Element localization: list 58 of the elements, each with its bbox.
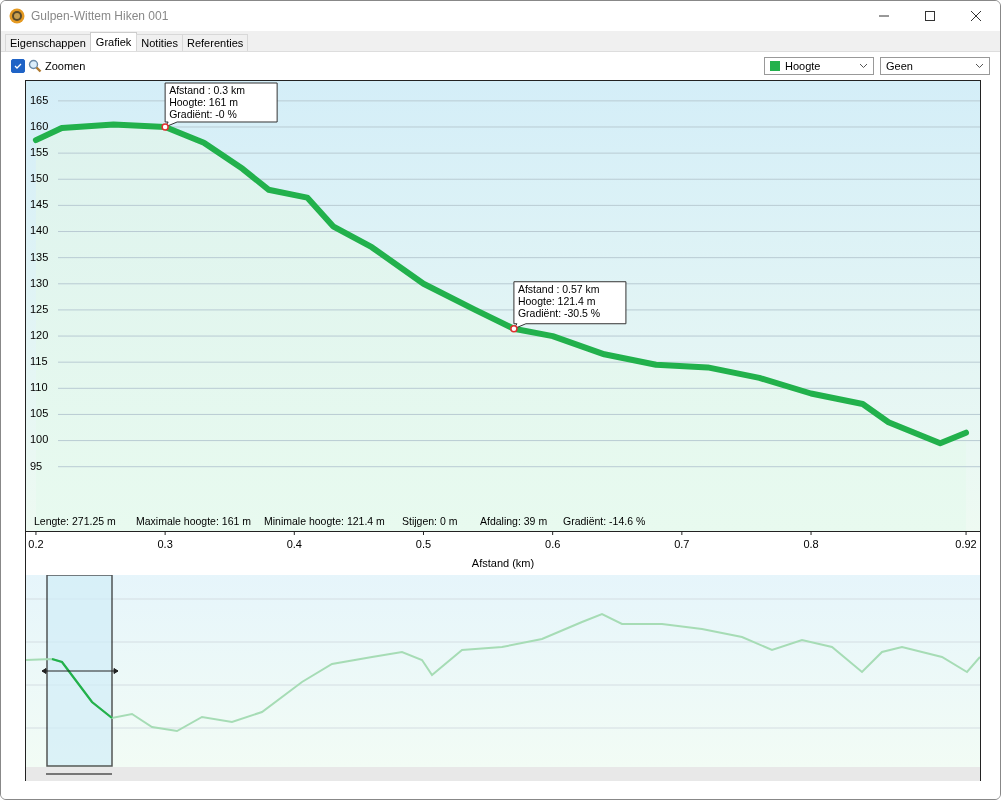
- stat-text: Lengte: 271.25 m: [34, 515, 116, 527]
- y-tick-label: 110: [30, 381, 48, 394]
- zoom-checkbox[interactable]: [11, 59, 25, 73]
- overlay-dropdown[interactable]: Geen: [880, 57, 990, 75]
- chevron-down-icon: [859, 63, 868, 69]
- stat-text: Gradiënt: -14.6 %: [563, 515, 646, 527]
- callout-text: Hoogte: 121.4 m: [517, 294, 596, 307]
- callout-text: Gradiënt: -30.5 %: [517, 306, 601, 319]
- x-tick-label: 0.6: [545, 538, 561, 550]
- app-logo-icon: [9, 8, 25, 24]
- x-tick-label: 0.4: [286, 538, 302, 550]
- y-tick-label: 95: [30, 459, 43, 472]
- stat-text: Afdaling: 39 m: [480, 515, 548, 527]
- scrollbar-thumb[interactable]: [46, 773, 112, 775]
- point-marker: [510, 325, 518, 333]
- x-tick-label: 0.2: [28, 538, 44, 550]
- y-tick-label: 160: [30, 119, 49, 132]
- y-tick-label: 115: [30, 355, 48, 368]
- x-tick-label: 0.7: [674, 538, 690, 550]
- callout-text: Afstand : 0.57 km: [517, 282, 600, 295]
- callout-text: Gradiënt: -0 %: [169, 108, 237, 120]
- x-axis-title: Afstand (km): [471, 557, 535, 569]
- stat-text: Maximale hoogte: 161 m: [136, 515, 251, 527]
- tab[interactable]: Grafiek: [89, 32, 138, 51]
- tab[interactable]: Referenties: [182, 34, 249, 51]
- y-tick-label: 105: [30, 407, 49, 420]
- tab[interactable]: Eigenschappen: [5, 34, 91, 51]
- y-tick-label: 155: [30, 146, 49, 159]
- magnifier-icon: [28, 59, 42, 73]
- y-tick-label: 120: [30, 328, 49, 341]
- x-tick-label: 0.8: [803, 538, 819, 550]
- y-tick-label: 140: [30, 224, 49, 237]
- selected-profile: [51, 657, 113, 719]
- series-dropdown[interactable]: Hoogte: [764, 57, 874, 75]
- stat-text: Minimale hoogte: 121.4 m: [264, 515, 385, 527]
- zoom-label: Zoomen: [45, 60, 86, 72]
- y-tick-label: 165: [30, 93, 49, 106]
- selection-window[interactable]: [46, 575, 113, 767]
- y-tick-label: 100: [30, 433, 49, 446]
- chevron-down-icon: [975, 63, 984, 69]
- y-tick-label: 135: [30, 250, 49, 263]
- x-tick-label: 0.3: [157, 538, 173, 550]
- x-tick-label: 0.5: [415, 538, 432, 550]
- y-tick-label: 125: [30, 302, 49, 315]
- resize-arrow-icon[interactable]: [41, 668, 119, 674]
- y-tick-label: 150: [30, 172, 49, 185]
- y-tick-label: 145: [30, 198, 49, 211]
- y-tick-label: 130: [30, 276, 49, 289]
- close-icon[interactable]: [970, 10, 982, 22]
- tab[interactable]: Notities: [136, 34, 183, 51]
- stat-text: Stijgen: 0 m: [402, 515, 458, 527]
- checkmark-icon: [13, 61, 23, 71]
- window-title: Gulpen-Wittem Hiken 001: [31, 9, 169, 23]
- point-marker: [161, 123, 169, 131]
- maximize-icon[interactable]: [924, 10, 936, 22]
- callout-text: Afstand : 0.3 km: [169, 84, 245, 96]
- x-tick-label: 0.92: [955, 538, 977, 550]
- callout-text: Hoogte: 161 m: [169, 96, 238, 108]
